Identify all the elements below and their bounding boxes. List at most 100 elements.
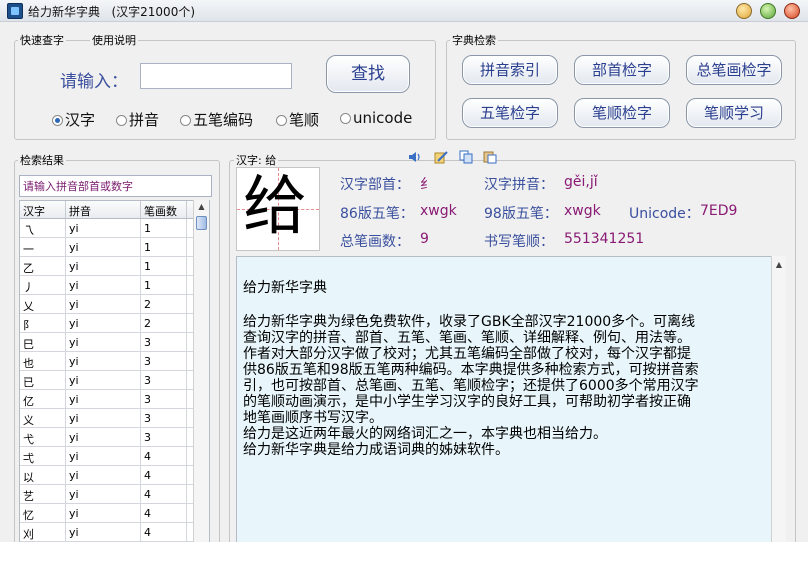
close-button[interactable] — [784, 3, 800, 19]
radio-stroke-order-label: 笔顺 — [289, 111, 320, 129]
paste-icon[interactable] — [483, 150, 497, 164]
radio-pinyin[interactable]: 拼音 — [116, 109, 159, 130]
radio-unicode[interactable]: unicode — [340, 109, 412, 127]
table-row[interactable]: 乂 yi 2 — [20, 295, 209, 314]
table-row[interactable]: 以 yi 4 — [20, 466, 209, 485]
column-header-hanzi[interactable]: 汉字 — [20, 201, 66, 218]
cell-pinyin: yi — [66, 219, 141, 237]
description-line: 作者对大部分汉字做了校对；尤其五笔编码全部做了校对，每个汉字都提 — [243, 346, 691, 362]
cell-hanzi: 阝 — [20, 314, 66, 332]
scroll-up-arrow-icon[interactable]: ▲ — [194, 200, 209, 214]
speaker-icon[interactable] — [408, 150, 422, 164]
cell-hanzi: 以 — [20, 466, 66, 484]
cell-strokes: 3 — [141, 390, 187, 408]
table-row[interactable]: 已 yi 3 — [20, 371, 209, 390]
cell-strokes: 3 — [141, 409, 187, 427]
column-header-pinyin[interactable]: 拼音 — [66, 201, 141, 218]
cell-pinyin: yi — [66, 523, 141, 541]
wubi86-value: xwgk — [420, 203, 457, 219]
cell-pinyin: yi — [66, 371, 141, 389]
cell-hanzi: 丿 — [20, 276, 66, 294]
radio-stroke-order[interactable]: 笔顺 — [276, 109, 319, 130]
cell-pinyin: yi — [66, 352, 141, 370]
cell-hanzi: 亿 — [20, 390, 66, 408]
cell-strokes: 2 — [141, 314, 187, 332]
cell-hanzi: 艺 — [20, 485, 66, 503]
maximize-button[interactable] — [760, 3, 776, 19]
table-row[interactable]: 义 yi 3 — [20, 409, 209, 428]
table-row[interactable]: 弋 yi 3 — [20, 428, 209, 447]
cell-hanzi: 义 — [20, 409, 66, 427]
radio-pinyin-label: 拼音 — [129, 111, 160, 129]
stroke-order-learn-button[interactable]: 笔顺学习 — [686, 98, 782, 128]
radical-label: 汉字部首： — [340, 177, 410, 193]
pinyin-index-button[interactable]: 拼音索引 — [462, 55, 558, 85]
cell-pinyin: yi — [66, 466, 141, 484]
stroke-order-search-button[interactable]: 笔顺检字 — [574, 98, 670, 128]
cell-hanzi: 弌 — [20, 447, 66, 465]
wubi-search-button[interactable]: 五笔检字 — [462, 98, 558, 128]
cell-strokes: 3 — [141, 428, 187, 446]
stroke-order-value: 551341251 — [564, 231, 645, 247]
cell-strokes: 1 — [141, 276, 187, 294]
results-table-body: 乁 yi 1 一 yi 1 乙 yi 1 丿 yi 1 乂 yi 2 阝 yi 2 巳 yi 3 也 yi 3 已 yi 3 亿 yi 3… — [20, 219, 209, 542]
table-row[interactable]: 忆 yi 4 — [20, 504, 209, 523]
cell-hanzi: 忆 — [20, 504, 66, 522]
cell-pinyin: yi — [66, 390, 141, 408]
table-row[interactable]: 阝 yi 2 — [20, 314, 209, 333]
scroll-up-arrow-icon[interactable]: ▲ — [772, 258, 786, 272]
results-table: 汉字 拼音 笔画数 乁 yi 1 一 yi 1 乙 yi 1 丿 yi 1 乂 yi 2 阝 yi 2 巳 yi 3 也 y… — [19, 200, 210, 542]
table-row[interactable]: 刈 yi 4 — [20, 523, 209, 542]
radio-hanzi[interactable]: 汉字 — [52, 109, 95, 130]
cell-strokes: 1 — [141, 238, 187, 256]
table-row[interactable]: 弌 yi 4 — [20, 447, 209, 466]
cell-pinyin: yi — [66, 238, 141, 256]
scroll-thumb[interactable] — [196, 216, 207, 230]
radio-wubi[interactable]: 五笔编码 — [180, 109, 253, 130]
cell-strokes: 4 — [141, 504, 187, 522]
search-input[interactable] — [140, 63, 292, 89]
tab-quick-search[interactable]: 快速查字 — [18, 32, 66, 48]
table-row[interactable]: 乙 yi 1 — [20, 257, 209, 276]
cell-pinyin: yi — [66, 504, 141, 522]
description-scrollbar[interactable]: ▲ — [771, 256, 786, 542]
character-display: 给 — [236, 167, 320, 251]
results-filter-input[interactable] — [19, 175, 212, 197]
minimize-button[interactable] — [736, 3, 752, 19]
description-line: 引，也可按部首、总笔画、五笔、笔顺检字；还提供了6000多个常用汉字 — [243, 378, 699, 394]
description-line: 给力新华字典是给力成语词典的姊妹软件。 — [243, 442, 509, 458]
table-row[interactable]: 巳 yi 3 — [20, 333, 209, 352]
edit-icon[interactable] — [434, 150, 448, 164]
description-line: 给力新华字典为绿色免费软件，收录了GBK全部汉字21000多个。可离线 — [243, 314, 696, 330]
table-row[interactable]: 艺 yi 4 — [20, 485, 209, 504]
copy-icon[interactable] — [459, 150, 473, 164]
table-row[interactable]: 乁 yi 1 — [20, 219, 209, 238]
results-scrollbar[interactable]: ▲ — [193, 200, 209, 542]
radio-wubi-label: 五笔编码 — [193, 111, 254, 129]
wubi86-label: 86版五笔： — [340, 206, 414, 222]
description-line: 的笔顺动画演示，是中小学生学习汉字的良好工具，可帮助初学者按正确 — [243, 394, 691, 410]
results-legend: 检索结果 — [18, 152, 66, 168]
tab-help[interactable]: 使用说明 — [90, 32, 138, 48]
description-text: 给力新华字典为绿色免费软件，收录了GBK全部汉字21000多个。可离线 查询汉字的… — [243, 314, 765, 458]
cell-hanzi: 已 — [20, 371, 66, 389]
total-strokes-search-button[interactable]: 总笔画检字 — [686, 55, 782, 85]
table-row[interactable]: 丿 yi 1 — [20, 276, 209, 295]
wubi98-value: xwgk — [564, 203, 601, 219]
table-row[interactable]: 也 yi 3 — [20, 352, 209, 371]
cell-pinyin: yi — [66, 314, 141, 332]
radio-unicode-label: unicode — [353, 109, 413, 127]
column-header-strokes[interactable]: 笔画数 — [141, 201, 187, 218]
cell-strokes: 3 — [141, 371, 187, 389]
radical-search-button[interactable]: 部首检字 — [574, 55, 670, 85]
search-button[interactable]: 查找 — [326, 55, 410, 93]
radio-checked-icon — [52, 115, 63, 126]
cell-strokes: 1 — [141, 257, 187, 275]
table-row[interactable]: 亿 yi 3 — [20, 390, 209, 409]
cell-strokes: 4 — [141, 485, 187, 503]
table-row[interactable]: 一 yi 1 — [20, 238, 209, 257]
radio-icon — [276, 115, 287, 126]
description-line: 供86版五笔和98版五笔两种编码。本字典提供多种检索方式，可按拼音索 — [243, 362, 699, 378]
pinyin-label: 汉字拼音： — [484, 177, 554, 193]
unicode-label: Unicode： — [629, 206, 700, 222]
